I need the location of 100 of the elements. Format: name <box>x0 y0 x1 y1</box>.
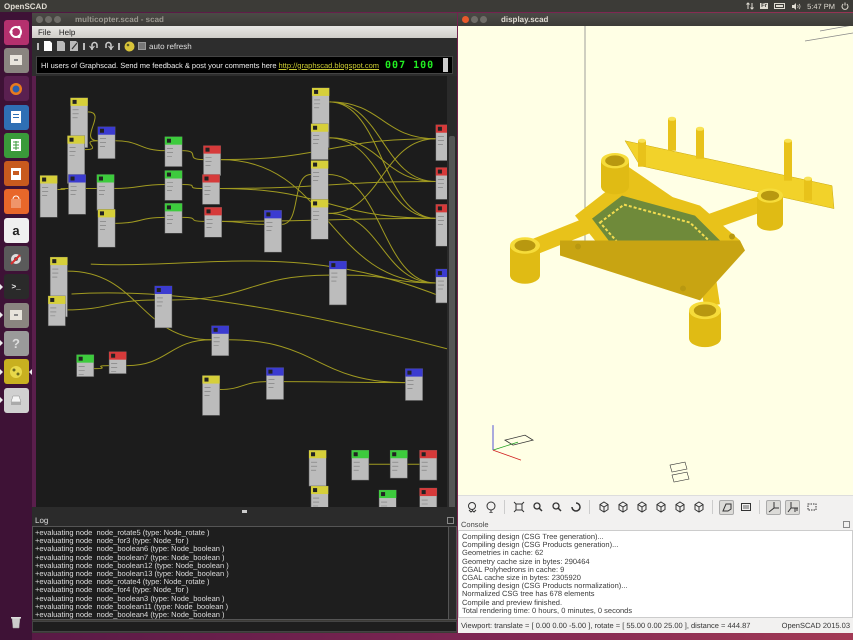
graph-node[interactable] <box>211 326 230 356</box>
axes-icon <box>768 501 780 513</box>
spreadsheet-icon[interactable] <box>4 132 28 158</box>
gear-icon[interactable] <box>4 246 28 272</box>
terminal-icon[interactable]: >_ <box>4 274 28 300</box>
zoom-in-icon <box>532 501 544 513</box>
graph-node[interactable] <box>202 375 220 416</box>
redo-icon[interactable] <box>103 41 114 51</box>
splitter-handle[interactable] <box>242 510 247 512</box>
battery-icon[interactable] <box>774 3 786 9</box>
document-icon[interactable] <box>4 104 28 130</box>
graph-node[interactable] <box>308 450 326 486</box>
power-icon[interactable] <box>841 2 849 10</box>
amazon-icon[interactable]: a <box>4 218 28 243</box>
window-title: multicopter.scad - scad <box>75 15 164 24</box>
graph-node[interactable] <box>436 124 447 161</box>
graph-node[interactable] <box>390 450 408 478</box>
graph-node[interactable] <box>436 167 447 200</box>
presentation-icon[interactable] <box>4 161 28 186</box>
file-drawer-icon[interactable] <box>4 302 28 328</box>
undo-icon[interactable] <box>89 41 100 51</box>
cube-icon <box>692 501 704 513</box>
close-button[interactable] <box>462 16 469 23</box>
input-field[interactable] <box>32 621 457 632</box>
menu-item[interactable]: File <box>38 28 51 36</box>
file-icon[interactable] <box>56 40 66 52</box>
network-icon[interactable] <box>746 2 754 10</box>
edges-icon <box>806 501 818 513</box>
cube-icon <box>598 501 610 513</box>
graph-node[interactable] <box>378 490 397 507</box>
graph-node[interactable] <box>310 124 329 160</box>
preview-icon <box>466 501 478 513</box>
dock-close-button[interactable] <box>447 517 454 524</box>
scrollbar[interactable] <box>448 527 456 619</box>
connection-wire <box>182 184 202 189</box>
graph-node[interactable] <box>164 203 182 234</box>
cube-icon <box>636 501 648 513</box>
auto-refresh-checkbox[interactable] <box>138 42 146 50</box>
view-all-button[interactable] <box>511 500 526 514</box>
shopping-bag-icon[interactable] <box>4 189 28 214</box>
scrollbar[interactable] <box>447 76 457 507</box>
graph-node[interactable] <box>98 209 116 248</box>
3d-viewport[interactable] <box>458 26 853 495</box>
connection-wire <box>115 140 165 152</box>
connection-wire <box>94 365 110 370</box>
scale-button[interactable] <box>785 500 800 514</box>
graph-node[interactable] <box>436 268 447 304</box>
graph-node[interactable] <box>76 354 94 377</box>
graph-node[interactable] <box>164 170 182 201</box>
connection-wire <box>368 464 390 465</box>
pencil-file-icon[interactable] <box>69 40 79 52</box>
graph-node[interactable] <box>98 126 116 159</box>
menu-item[interactable]: Help <box>58 28 76 36</box>
reset-icon <box>570 501 582 513</box>
disk-drive-icon[interactable] <box>4 388 28 412</box>
circle-logo-icon[interactable] <box>4 20 28 45</box>
graph-node[interactable] <box>96 174 114 211</box>
connection-wire <box>57 188 68 190</box>
graph-node[interactable] <box>419 488 438 507</box>
graph-node[interactable] <box>164 136 182 167</box>
graph-node[interactable] <box>329 260 347 306</box>
graph-node[interactable] <box>405 368 423 401</box>
graph-node[interactable] <box>68 174 86 215</box>
render-icon <box>484 501 496 513</box>
perspective-icon <box>720 501 732 513</box>
graph-node[interactable] <box>310 486 329 507</box>
graph-node[interactable] <box>108 351 127 374</box>
graph-node[interactable] <box>48 296 66 326</box>
volume-icon[interactable] <box>792 2 802 10</box>
graph-node[interactable] <box>40 175 58 218</box>
graph-node[interactable] <box>419 450 438 480</box>
connection-wire <box>182 150 204 160</box>
graph-node[interactable] <box>203 145 221 176</box>
zoom-out-icon <box>550 501 562 513</box>
graph-node[interactable] <box>310 160 329 201</box>
graph-node[interactable] <box>266 367 284 400</box>
axes-gizmo-drawing <box>492 424 534 460</box>
perspective-button[interactable] <box>719 500 734 514</box>
new-file-icon[interactable] <box>43 40 53 52</box>
graph-node[interactable] <box>154 286 172 328</box>
globe-icon[interactable] <box>4 76 28 102</box>
graph-node[interactable] <box>310 199 329 240</box>
connection-wire <box>114 184 165 189</box>
cube-icon <box>674 501 686 513</box>
counter-display: 007 100 <box>385 60 434 70</box>
graph-node[interactable] <box>264 210 282 252</box>
app-name: OpenSCAD <box>4 2 48 10</box>
graph-node[interactable] <box>436 204 447 246</box>
file-drawer-icon[interactable] <box>4 48 28 73</box>
dotted-ball-icon[interactable] <box>124 40 135 52</box>
dock-close-button[interactable] <box>843 520 850 528</box>
graph-node[interactable] <box>204 207 222 238</box>
graph-node[interactable] <box>351 450 370 480</box>
scale-icon <box>786 501 798 513</box>
axes-button[interactable] <box>766 500 781 514</box>
connection-wire <box>86 188 97 189</box>
graph-node[interactable] <box>202 174 220 205</box>
dock-title: Log <box>35 516 48 525</box>
connection-wire <box>182 216 204 222</box>
cube-icon <box>616 501 628 513</box>
